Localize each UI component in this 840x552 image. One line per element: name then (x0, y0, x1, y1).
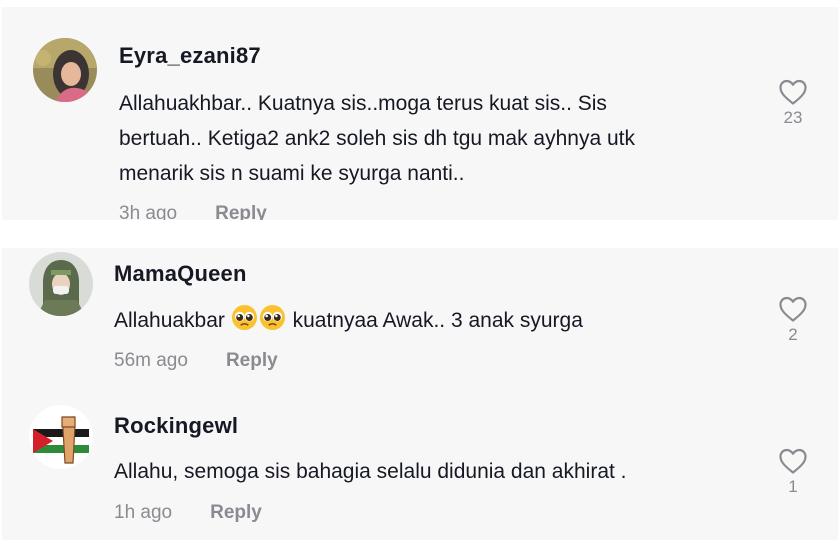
timestamp: 3h ago (119, 203, 178, 220)
like-button[interactable]: 23 (773, 78, 813, 128)
comment-meta: 3h ago Reply (119, 203, 267, 220)
comment-text-part: Allahuakbar (114, 309, 225, 332)
avatar[interactable] (29, 405, 93, 469)
timestamp: 56m ago (114, 350, 188, 371)
comment-text: Allahu, semoga sis bahagia selalu diduni… (114, 460, 627, 483)
avatar-photo-icon (29, 252, 93, 316)
timestamp: 1h ago (114, 502, 173, 523)
like-count: 2 (788, 325, 798, 344)
palestine-flag-fist-icon (29, 405, 93, 469)
comment-text-part: kuatnyaa Awak.. 3 anak syurga (292, 309, 583, 332)
comment-text-line: Allahuakhbar.. Kuatnya sis..moga terus k… (119, 92, 607, 115)
like-count: 1 (788, 477, 798, 496)
comment-text-line: bertuah.. Ketiga2 ank2 soleh sis dh tgu … (119, 127, 635, 150)
heart-icon (779, 296, 807, 322)
like-button[interactable]: 1 (773, 447, 813, 497)
username[interactable]: MamaQueen (114, 261, 247, 287)
reply-button[interactable]: Reply (215, 203, 267, 220)
reply-button[interactable]: Reply (226, 350, 278, 371)
pleading-face-icon (231, 304, 258, 342)
avatar-photo-icon (33, 38, 97, 102)
avatar[interactable] (33, 38, 97, 102)
like-count: 23 (783, 108, 803, 127)
reply-button[interactable]: Reply (210, 502, 262, 523)
comment-card-1: Eyra_ezani87 Allahuakhbar.. Kuatnya sis.… (2, 7, 838, 220)
like-button[interactable]: 2 (773, 295, 813, 345)
heart-icon (779, 448, 807, 474)
heart-icon (779, 79, 807, 105)
username[interactable]: Eyra_ezani87 (119, 43, 261, 69)
comment-card-2: MamaQueen Allahuakbar kuatnyaa Awak.. 3 … (2, 248, 838, 540)
username[interactable]: Rockingewl (114, 413, 238, 439)
comment-text: Allahuakbar kuatnyaa Awak.. 3 anak syurg… (114, 303, 583, 342)
comment-text: Allahuakhbar.. Kuatnya sis..moga terus k… (119, 86, 635, 191)
avatar[interactable] (29, 252, 93, 316)
comment-meta: 1h ago Reply (114, 502, 262, 524)
pleading-face-icon (259, 304, 286, 342)
comment-text-line: menarik sis n suami ke syurga nanti.. (119, 162, 465, 185)
comment-meta: 56m ago Reply (114, 350, 278, 372)
